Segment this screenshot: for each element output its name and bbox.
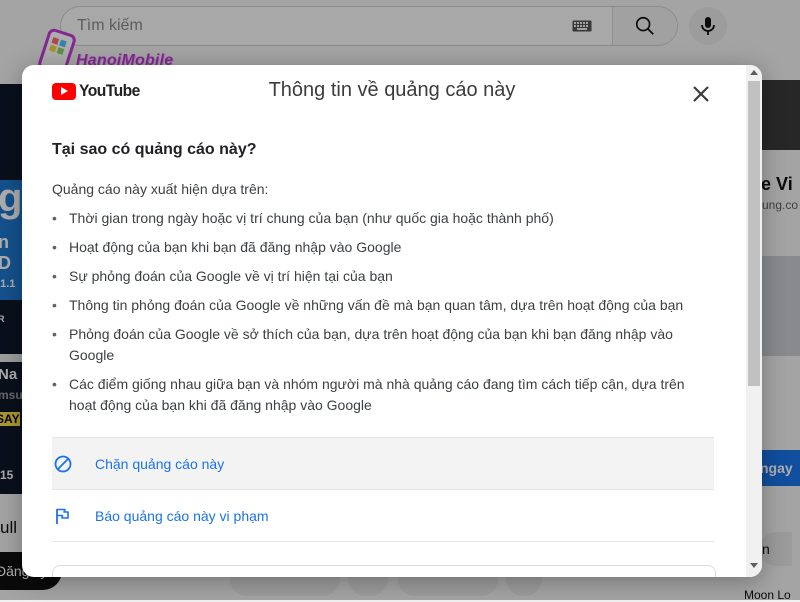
reason-item: Thời gian trong ngày hoặc vị trí chung c…: [52, 208, 714, 229]
close-button[interactable]: [686, 79, 716, 109]
reason-item: Phỏng đoán của Google về sở thích của bạ…: [52, 324, 714, 366]
intro-text: Quảng cáo này xuất hiện dựa trên:: [52, 181, 269, 197]
actions-divider: [52, 541, 714, 566]
report-ad-button[interactable]: Báo quảng cáo này vi phạm: [52, 489, 714, 541]
dialog-scrollbar[interactable]: [746, 65, 762, 577]
block-ad-label: Chặn quảng cáo này: [95, 455, 225, 472]
reason-item: Các điểm giống nhau giữa bạn và nhóm ngư…: [52, 374, 714, 416]
flag-icon: [53, 506, 73, 526]
reasons-list: Thời gian trong ngày hoặc vị trí chung c…: [52, 208, 714, 416]
block-ad-button[interactable]: Chặn quảng cáo này: [52, 437, 714, 489]
section-heading: Tại sao có quảng cáo này?: [52, 141, 257, 158]
reason-item: Sự phỏng đoán của Google về vị trí hiện …: [52, 266, 714, 287]
report-ad-label: Báo quảng cáo này vi phạm: [95, 507, 269, 524]
close-icon: [693, 86, 709, 102]
scroll-down-arrow-icon[interactable]: [750, 563, 758, 568]
reason-item: Hoạt động của bạn khi bạn đã đăng nhập v…: [52, 237, 714, 258]
scroll-up-arrow-icon[interactable]: [750, 70, 758, 75]
dialog-title: Thông tin về quảng cáo này: [268, 79, 516, 101]
ad-info-dialog: YouTube Thông tin về quảng cáo này Tại s…: [22, 65, 762, 577]
dialog-body: Tại sao có quảng cáo này? Quảng cáo này …: [52, 141, 714, 424]
block-icon: [53, 454, 73, 474]
dialog-section-box: [52, 565, 716, 577]
dialog-actions: Chặn quảng cáo này Báo quảng cáo này vi …: [52, 437, 714, 566]
scrollbar-thumb[interactable]: [748, 81, 760, 386]
dialog-header: YouTube Thông tin về quảng cáo này: [22, 65, 762, 119]
reason-item: Thông tin phỏng đoán của Google về những…: [52, 295, 714, 316]
